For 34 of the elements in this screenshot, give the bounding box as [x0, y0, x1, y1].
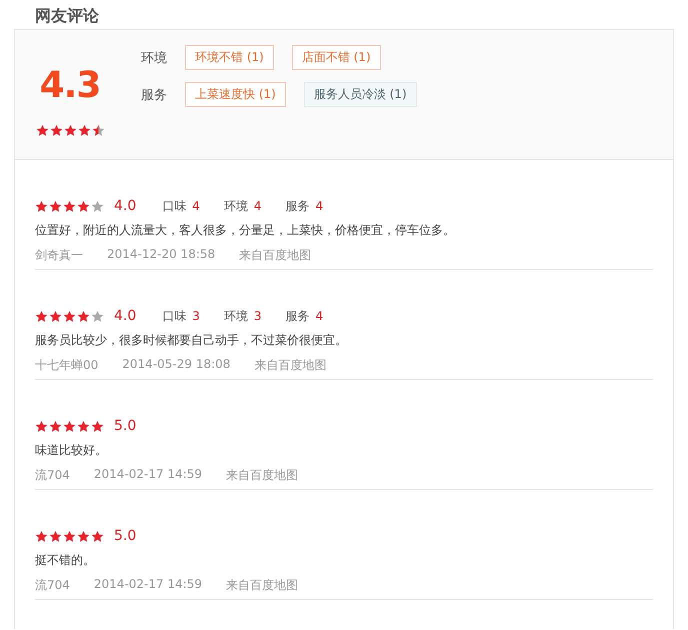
- reviewer-name: 流704: [35, 467, 70, 484]
- aspect-rating: 环境 3: [224, 308, 262, 324]
- review-score: 5.0: [114, 418, 136, 434]
- review-source: 来自百度地图: [226, 467, 298, 484]
- reviewer-name: 十七年蝉00: [35, 357, 98, 374]
- review-text: 挺不错的。: [35, 552, 96, 569]
- review-tag[interactable]: 环境不错 (1): [185, 45, 274, 70]
- review-time: 2014-02-17 14:59: [94, 467, 202, 483]
- review-score: 4.0: [114, 198, 136, 214]
- review-time: 2014-12-20 18:58: [107, 247, 216, 263]
- review-time: 2014-02-17 14:59: [94, 577, 202, 593]
- review-source: 来自百度地图: [239, 247, 312, 264]
- aspect-rating: 服务 4: [286, 308, 324, 324]
- aspect-rating: 口味 3: [162, 308, 200, 324]
- section-title: 网友评论: [34, 5, 100, 27]
- aspect-rating: 环境 4: [224, 198, 262, 214]
- review-score: 5.0: [114, 528, 136, 544]
- category-label: 环境: [141, 50, 168, 66]
- review-text: 位置好，附近的人流量大，客人很多，分量足，上菜快，价格便宜，停车位多。: [35, 222, 456, 239]
- review-tag[interactable]: 上菜速度快 (1): [185, 82, 286, 107]
- aspect-rating: 服务 4: [286, 198, 324, 214]
- review-text: 味道比较好。: [35, 442, 108, 459]
- reviewer-name: 流704: [35, 577, 70, 594]
- average-score: 4.3: [40, 66, 100, 106]
- review-time: 2014-05-29 18:08: [122, 357, 230, 373]
- review-text: 服务员比较少，很多时候都要自己动手，不过菜价很便宜。: [35, 332, 348, 349]
- review-tag[interactable]: 服务人员冷淡 (1): [304, 82, 417, 107]
- aspect-rating: 口味 4: [162, 198, 200, 214]
- category-label: 服务: [141, 86, 168, 104]
- reviewer-name: 剑奇真一: [35, 247, 83, 264]
- review-score: 4.0: [114, 308, 136, 324]
- review-source: 来自百度地图: [254, 357, 326, 374]
- review-tag[interactable]: 店面不错 (1): [292, 45, 381, 70]
- review-source: 来自百度地图: [226, 577, 298, 594]
